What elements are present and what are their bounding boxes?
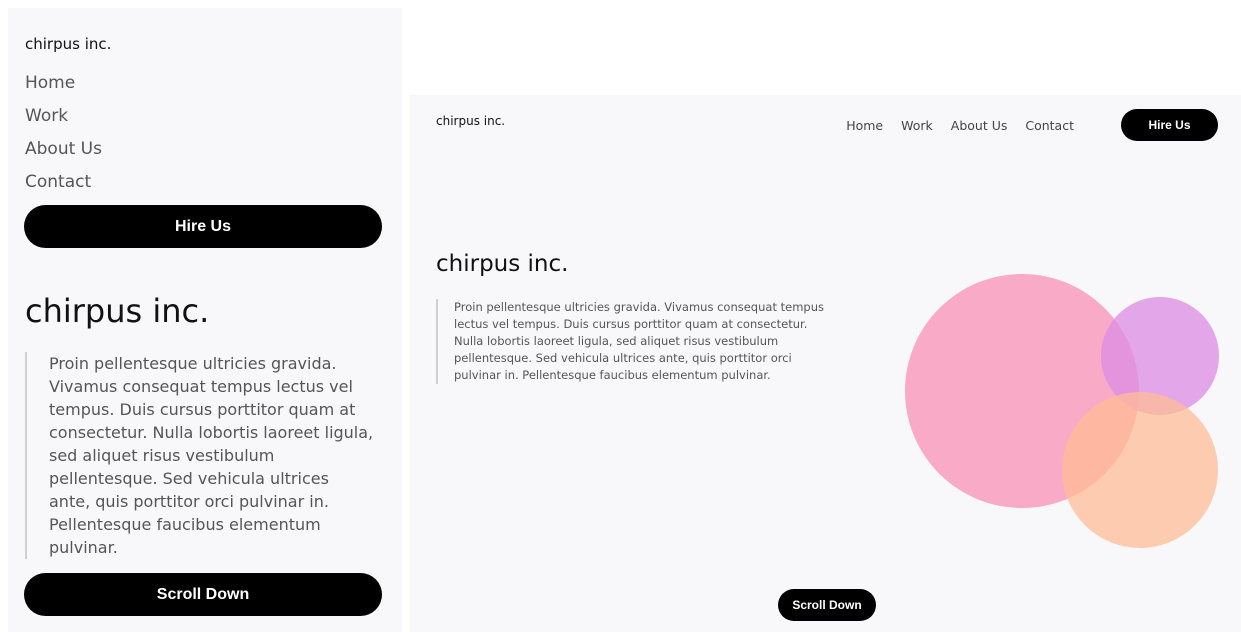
nav-item-work[interactable]: Work [25,106,102,139]
nav-item-home[interactable]: Home [846,118,883,133]
nav-item-about-us[interactable]: About Us [951,118,1008,133]
hire-us-button[interactable]: Hire Us [24,205,382,248]
scroll-down-button[interactable]: Scroll Down [778,589,876,621]
scroll-down-button[interactable]: Scroll Down [24,573,382,616]
mobile-view: chirpus inc. Home Work About Us Contact … [8,8,402,632]
brand-logo[interactable]: chirpus inc. [25,35,111,53]
brand-logo[interactable]: chirpus inc. [436,114,505,128]
nav-item-work[interactable]: Work [901,118,933,133]
nav-item-about-us[interactable]: About Us [25,139,102,172]
mobile-nav: Home Work About Us Contact [25,73,102,205]
hero-title: chirpus inc. [436,251,569,277]
hero-quote: Proin pellentesque ultricies gravida. Vi… [436,299,836,384]
nav-item-contact[interactable]: Contact [1025,118,1074,133]
peach-circle [1062,392,1218,548]
nav-item-contact[interactable]: Contact [25,172,102,205]
hero-quote: Proin pellentesque ultricies gravida. Vi… [25,352,375,559]
hire-us-button[interactable]: Hire Us [1121,109,1218,141]
nav-item-home[interactable]: Home [25,73,102,106]
desktop-nav: Home Work About Us Contact [846,118,1074,133]
circles-illustration [905,274,1219,548]
hero-title: chirpus inc. [25,292,210,330]
desktop-view: chirpus inc. Home Work About Us Contact … [410,95,1241,632]
